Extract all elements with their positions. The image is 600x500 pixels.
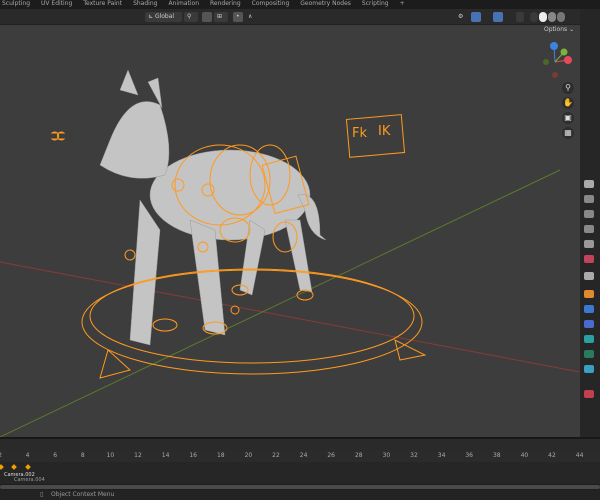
shading-solid[interactable] xyxy=(539,12,547,22)
perspective-grid-icon[interactable]: ▦ xyxy=(562,127,574,139)
frame-tick-label: 2 xyxy=(0,452,2,459)
pan-hand-icon[interactable]: ✋ xyxy=(562,97,574,109)
frame-tick-label: 8 xyxy=(80,452,85,459)
shading-wireframe[interactable] xyxy=(530,12,538,22)
shading-rendered[interactable] xyxy=(557,12,565,22)
xray-toggle[interactable] xyxy=(516,12,524,22)
frame-tick-label: 18 xyxy=(216,452,225,459)
frame-tick-label: 26 xyxy=(327,452,336,459)
3d-viewport[interactable]: Fk IK xyxy=(0,25,580,437)
overlay-toggle[interactable] xyxy=(493,12,503,22)
scene-tab-icon[interactable] xyxy=(584,240,594,248)
particles-tab-icon[interactable] xyxy=(584,320,594,328)
object-tab-icon[interactable] xyxy=(584,290,594,298)
texture-tab-icon[interactable] xyxy=(584,390,594,398)
options-label: Options xyxy=(544,26,568,33)
keyframe[interactable] xyxy=(11,464,17,470)
status-bar: ▯ Object Context Menu xyxy=(0,490,600,500)
gizmo-z-axis xyxy=(550,42,558,50)
frame-tick-label: 34 xyxy=(437,452,446,459)
tab-compositing[interactable]: Compositing xyxy=(252,0,290,7)
gizmo-toggle[interactable] xyxy=(471,12,481,22)
keyframe[interactable] xyxy=(0,464,4,470)
snap-toggle[interactable] xyxy=(202,12,212,22)
marker-label: Camera.004 xyxy=(14,477,45,483)
frame-tick-label: 42 xyxy=(548,452,556,459)
timeline-ruler[interactable]: 2468101214161820222426283032343638404244 xyxy=(0,450,600,462)
data-tab-icon[interactable] xyxy=(584,365,594,373)
output-tab-icon[interactable] xyxy=(584,210,594,218)
tab-shading[interactable]: Shading xyxy=(133,0,157,7)
frame-tick-label: 22 xyxy=(272,452,280,459)
options-dropdown[interactable]: Options ⌄ xyxy=(544,26,574,33)
frame-tick-label: 28 xyxy=(354,452,363,459)
ik-label: IK xyxy=(378,124,391,139)
orientation-label: Global xyxy=(154,13,175,20)
tab-texture-paint[interactable]: Texture Paint xyxy=(83,0,122,7)
pivot-icon[interactable]: ⚲ xyxy=(184,12,198,22)
tab-uv-editing[interactable]: UV Editing xyxy=(41,0,72,7)
timeline-header: ●⏮◆◀▶◆⏭ xyxy=(0,437,600,458)
frame-tick-label: 36 xyxy=(465,452,474,459)
viewport-header: ⊾ Global ⌄ ⚲ ⊞ • ∧ ⚙ xyxy=(0,9,580,30)
tab-animation[interactable]: Animation xyxy=(168,0,199,7)
snap-icon[interactable]: ⊞ xyxy=(214,12,228,22)
frame-tick-label: 44 xyxy=(575,452,584,459)
gizmo-y-axis xyxy=(560,48,568,56)
proportional-edit-toggle[interactable]: • xyxy=(233,12,243,22)
fk-label: Fk xyxy=(352,126,367,141)
render-tab-icon[interactable] xyxy=(584,195,594,203)
frame-tick-label: 30 xyxy=(382,452,391,459)
frame-tick-label: 32 xyxy=(410,452,418,459)
orientation-icon: ⊾ xyxy=(148,13,155,20)
world-tab-icon[interactable] xyxy=(584,255,594,263)
tab-scripting[interactable]: Scripting xyxy=(362,0,389,7)
frame-tick-label: 40 xyxy=(520,452,529,459)
frame-tick-label: 24 xyxy=(299,452,308,459)
timeline-body[interactable]: Camera.002 Camera.004 xyxy=(0,462,600,484)
frame-tick-label: 6 xyxy=(53,452,58,459)
frame-tick-label: 14 xyxy=(161,452,170,459)
x-axis-line xyxy=(0,261,580,373)
falloff-icon[interactable]: ∧ xyxy=(245,12,255,22)
camera-view-icon[interactable]: ▣ xyxy=(562,112,574,124)
shading-material[interactable] xyxy=(548,12,556,22)
frame-tick-label: 4 xyxy=(25,452,30,459)
physics-tab-icon[interactable] xyxy=(584,335,594,343)
frame-tick-label: 10 xyxy=(106,452,115,459)
dog-mesh xyxy=(99,69,327,346)
keyframe[interactable] xyxy=(25,464,31,470)
frame-tick-label: 12 xyxy=(134,452,142,459)
tab-geometry-nodes[interactable]: Geometry Nodes xyxy=(300,0,351,7)
collection-tab-icon[interactable] xyxy=(584,272,594,280)
view-layer-tab-icon[interactable] xyxy=(584,225,594,233)
navigation-gizmo[interactable] xyxy=(540,40,580,80)
tool-tab-icon[interactable] xyxy=(584,180,594,188)
frame-tick-label: 38 xyxy=(492,452,501,459)
zoom-icon[interactable]: ⚲ xyxy=(562,82,574,94)
status-hint: Object Context Menu xyxy=(51,491,115,498)
tab-rendering[interactable]: Rendering xyxy=(210,0,241,7)
gizmo-x-axis xyxy=(564,56,572,64)
viewport-scene: Fk IK xyxy=(0,69,580,437)
frame-tick-label: 20 xyxy=(244,452,253,459)
constraints-tab-icon[interactable] xyxy=(584,350,594,358)
mouse-right-icon: ▯ xyxy=(40,491,44,498)
modifier-tab-icon[interactable] xyxy=(584,305,594,313)
frame-tick-label: 16 xyxy=(189,452,198,459)
add-workspace-button[interactable]: + xyxy=(400,0,405,7)
tab-sculpting[interactable]: Sculpting xyxy=(2,0,30,7)
visibility-icon[interactable]: ⚙ xyxy=(455,12,469,22)
workspace-tabs: Sculpting UV Editing Texture Paint Shading A… xyxy=(0,0,600,9)
transform-orientation-dropdown[interactable]: ⊾ Global ⌄ xyxy=(145,12,182,30)
